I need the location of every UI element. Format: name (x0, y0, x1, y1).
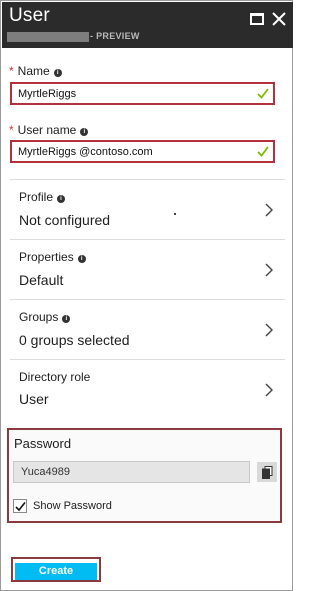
create-button-highlight: Create (11, 557, 101, 582)
chevron-right-icon (265, 323, 273, 337)
stray-dot (174, 213, 176, 215)
name-input[interactable]: MyrtleRiggs (10, 82, 275, 105)
username-input[interactable]: MyrtleRiggs @contoso.com (10, 140, 275, 163)
nav-row-directory-role[interactable]: Directory role User (10, 359, 285, 419)
profile-label: Profile i (19, 190, 66, 204)
properties-label-text: Properties (19, 250, 74, 264)
maximize-icon (250, 13, 264, 25)
redacted-text (7, 32, 89, 42)
groups-label: Groups i (19, 310, 71, 324)
groups-label-text: Groups (19, 310, 59, 324)
user-blade: User - PREVIEW * Name i MyrtleRiggs * User … (0, 0, 293, 591)
username-label: * User name i (9, 123, 89, 137)
password-section: Password Yuca4989 Show Password (7, 428, 282, 523)
chevron-right-icon (265, 203, 273, 217)
blade-header: User - PREVIEW (2, 2, 293, 48)
show-password-toggle[interactable]: Show Password (13, 499, 112, 513)
chevron-right-icon (265, 383, 273, 397)
profile-value: Not configured (19, 212, 111, 228)
create-button[interactable]: Create (15, 562, 97, 580)
blade-title: User (9, 5, 50, 26)
info-icon: i (57, 195, 66, 203)
nav-row-groups[interactable]: Groups i 0 groups selected (10, 299, 285, 359)
profile-label-text: Profile (19, 190, 54, 204)
name-value: MyrtleRiggs (18, 88, 77, 100)
blade-subtitle: - PREVIEW (90, 31, 140, 41)
username-label-text: User name (17, 123, 77, 137)
copy-icon (261, 465, 272, 479)
nav-row-profile[interactable]: Profile i Not configured (10, 179, 285, 239)
required-marker: * (9, 123, 14, 137)
close-icon (272, 12, 286, 26)
info-icon[interactable]: i (53, 69, 62, 77)
properties-value: Default (19, 272, 64, 288)
password-field[interactable]: Yuca4989 (13, 461, 250, 483)
info-icon: i (77, 255, 86, 263)
properties-label: Properties i (19, 250, 86, 264)
close-button[interactable] (270, 10, 288, 28)
name-label: * Name i (9, 64, 62, 78)
groups-value: 0 groups selected (19, 332, 130, 348)
show-password-checkbox[interactable] (13, 499, 27, 513)
checkmark-icon (257, 146, 269, 157)
directory-role-value: User (19, 391, 49, 407)
password-label: Password (14, 436, 72, 451)
username-value: MyrtleRiggs @contoso.com (18, 146, 153, 158)
show-password-label: Show Password (33, 500, 112, 512)
info-icon: i (62, 315, 71, 323)
name-label-text: Name (17, 64, 50, 78)
info-icon[interactable]: i (80, 128, 89, 136)
checkmark-icon (15, 502, 26, 512)
chevron-right-icon (265, 263, 273, 277)
nav-row-properties[interactable]: Properties i Default (10, 239, 285, 299)
maximize-button[interactable] (248, 10, 266, 28)
copy-button[interactable] (257, 462, 277, 482)
directory-role-label: Directory role (19, 370, 91, 384)
required-marker: * (9, 64, 14, 78)
checkmark-icon (257, 88, 269, 99)
